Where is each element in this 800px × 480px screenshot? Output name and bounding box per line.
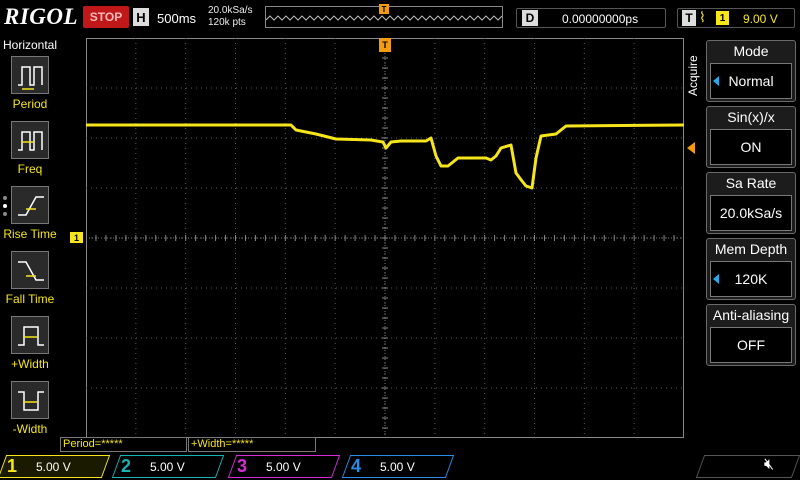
menu-page-dot	[3, 196, 7, 200]
channel-number: 4	[350, 456, 361, 476]
delay-label: D	[522, 10, 538, 26]
softkey-value: OFF	[710, 327, 792, 363]
period-icon[interactable]	[11, 56, 49, 94]
softkey-value-text: ON	[740, 139, 762, 155]
softkey-label: Mode	[733, 43, 769, 59]
softkey-value: 120K	[710, 261, 792, 297]
selector-arrow-icon	[713, 76, 719, 86]
softkey-label: Sa Rate	[725, 175, 777, 191]
fall-time-icon[interactable]	[11, 251, 49, 289]
trigger-level-marker[interactable]	[687, 142, 695, 154]
channel-4-status[interactable]: 4 5.00 V	[341, 455, 458, 478]
left-menu-label-0[interactable]: Period	[0, 97, 60, 111]
sound-muted-icon[interactable]: 🔇︎	[764, 456, 774, 474]
memory-points-text: 120k pts	[208, 17, 246, 28]
softkey-value-text: 120K	[734, 271, 768, 287]
left-menu-label-4[interactable]: +Width	[0, 357, 60, 371]
trigger-level-value: 9.00 V	[743, 12, 778, 26]
softkey-value: ON	[710, 129, 792, 165]
channel-scale: 5.00 V	[380, 459, 415, 474]
channel-scale: 5.00 V	[36, 459, 71, 474]
channel-number: 1	[6, 456, 17, 476]
overview-trigger-marker: T	[379, 4, 389, 14]
left-menu-title: Horizontal	[3, 38, 58, 52]
timebase-value[interactable]: 500ms	[157, 11, 196, 26]
waveform-display[interactable]	[85, 37, 685, 443]
channel-scale: 5.00 V	[150, 459, 185, 474]
selector-arrow-icon	[713, 274, 719, 284]
channel-number: 3	[236, 456, 247, 476]
rise-time-icon[interactable]	[11, 186, 49, 224]
menu-section-label: Acquire	[686, 55, 700, 97]
delay-value: 0.00000000ps	[562, 12, 639, 26]
softkey-value-text: 20.0kSa/s	[719, 205, 783, 221]
trigger-position-marker[interactable]: T	[379, 38, 391, 52]
negative-width-icon[interactable]	[11, 381, 49, 419]
trigger-label: T	[682, 10, 696, 26]
positive-width-icon[interactable]	[11, 316, 49, 354]
channel-1-status[interactable]: 1 5.00 V	[0, 455, 114, 478]
status-panel	[695, 455, 800, 478]
left-menu-label-5[interactable]: -Width	[0, 422, 60, 436]
period-measurement: Period=*****	[60, 437, 187, 452]
menu-softkey-2[interactable]: Sa Rate 20.0kSa/s	[706, 172, 796, 234]
waveform-overview-window: T	[265, 4, 503, 28]
softkey-label: Sin(x)/x	[727, 109, 775, 125]
width-measurement: +Width=*****	[188, 437, 316, 452]
menu-softkey-0[interactable]: Mode Normal	[706, 40, 796, 102]
rising-edge-icon: ⌇	[699, 9, 706, 25]
channel-2-status[interactable]: 2 5.00 V	[111, 455, 228, 478]
softkey-label: Mem Depth	[714, 241, 788, 257]
menu-softkey-4[interactable]: Anti-aliasing OFF	[706, 304, 796, 366]
brand-logo: RIGOL	[4, 4, 79, 29]
softkey-label: Anti-aliasing	[712, 307, 790, 323]
trigger-source-badge: 1	[716, 11, 729, 25]
ch1-offset-marker[interactable]: 1	[70, 232, 83, 243]
menu-softkey-3[interactable]: Mem Depth 120K	[706, 238, 796, 300]
graticule	[85, 37, 685, 439]
channel-number: 2	[120, 456, 131, 476]
channel-3-status[interactable]: 3 5.00 V	[227, 455, 344, 478]
softkey-value-text: Normal	[728, 73, 774, 89]
left-menu-label-1[interactable]: Freq	[0, 162, 60, 176]
channel-scale: 5.00 V	[266, 459, 301, 474]
sample-rate-text: 20.0kSa/s	[208, 5, 253, 16]
softkey-value: Normal	[710, 63, 792, 99]
menu-page-dot	[3, 204, 7, 208]
run-stop-status[interactable]: STOP	[83, 6, 129, 28]
horizontal-label: H	[133, 8, 149, 26]
sample-info: 20.0kSa/s 120k pts	[208, 5, 252, 29]
menu-page-dot	[3, 212, 7, 216]
menu-softkey-1[interactable]: Sin(x)/x ON	[706, 106, 796, 168]
left-menu-label-2[interactable]: Rise Time	[0, 227, 60, 241]
frequency-icon[interactable]	[11, 121, 49, 159]
left-menu-label-3[interactable]: Fall Time	[0, 292, 60, 306]
softkey-value: 20.0kSa/s	[710, 195, 792, 231]
softkey-value-text: OFF	[737, 337, 765, 353]
